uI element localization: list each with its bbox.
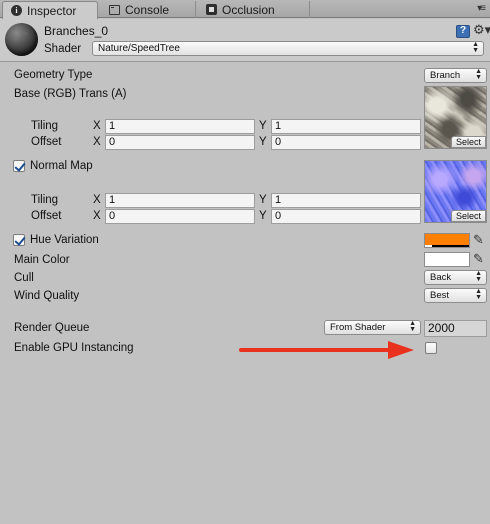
- base-map-label: Base (RGB) Trans (A): [14, 88, 127, 100]
- base-offset-y-label: Y: [259, 136, 267, 148]
- swatch-alpha-black-bar: [432, 245, 469, 247]
- base-tiling-x-label: X: [93, 120, 101, 132]
- annotation-arrow-icon: [239, 341, 414, 359]
- cull-dropdown[interactable]: Back ▲ ▼: [424, 270, 487, 285]
- swatch-alpha-white-bar: [425, 245, 432, 247]
- base-tiling-y-field[interactable]: 1: [271, 119, 421, 134]
- dropdown-arrows-icon: ▲ ▼: [475, 68, 482, 81]
- render-queue-mode-value: From Shader: [330, 322, 386, 333]
- normal-map-texture-slot[interactable]: Select: [424, 160, 487, 223]
- wind-quality-dropdown[interactable]: Best ▲ ▼: [424, 288, 487, 303]
- tab-console-label: Console: [125, 2, 170, 17]
- material-preview-sphere: [5, 23, 38, 56]
- tab-inspector[interactable]: i Inspector: [2, 1, 98, 19]
- dropdown-arrows-icon: ▲ ▼: [475, 288, 482, 301]
- base-tiling-label: Tiling: [31, 120, 59, 132]
- base-tiling-x-field[interactable]: 1: [105, 119, 255, 134]
- normal-map-label: Normal Map: [30, 160, 93, 172]
- main-color-label: Main Color: [14, 254, 70, 266]
- hue-variation-color-swatch[interactable]: [424, 233, 470, 248]
- geometry-type-label: Geometry Type: [14, 69, 93, 81]
- material-name: Branches_0: [44, 24, 109, 38]
- render-queue-value-field[interactable]: 2000: [424, 320, 487, 337]
- shader-dropdown-value: Nature/SpeedTree: [98, 43, 180, 54]
- info-icon: i: [11, 5, 22, 16]
- shader-dropdown[interactable]: Nature/SpeedTree ▲ ▼: [92, 41, 484, 56]
- normal-offset-label: Offset: [31, 210, 62, 222]
- eyedropper-icon[interactable]: ✎: [473, 232, 484, 248]
- geometry-type-value: Branch: [430, 70, 461, 81]
- normal-tiling-y-label: Y: [259, 194, 267, 206]
- wind-quality-label: Wind Quality: [14, 290, 80, 302]
- base-map-select-button[interactable]: Select: [450, 136, 486, 148]
- tab-occlusion[interactable]: Occlusion: [198, 1, 310, 18]
- gpu-instancing-checkbox[interactable]: [425, 342, 437, 354]
- hue-variation-label: Hue Variation: [30, 234, 99, 246]
- tab-occlusion-label: Occlusion: [222, 2, 275, 17]
- base-offset-y-field[interactable]: 0: [271, 135, 421, 150]
- gear-icon[interactable]: ⚙▾: [473, 22, 490, 38]
- base-tiling-y-label: Y: [259, 120, 267, 132]
- normal-offset-x-field[interactable]: 0: [105, 209, 255, 224]
- normal-offset-x-label: X: [93, 210, 101, 222]
- dropdown-arrows-icon: ▲ ▼: [472, 41, 479, 54]
- normal-offset-y-field[interactable]: 0: [271, 209, 421, 224]
- help-book-icon[interactable]: [456, 25, 470, 38]
- hue-variation-checkbox[interactable]: [13, 234, 25, 246]
- tab-strip: i Inspector Console Occlusion ▾≡: [0, 0, 490, 19]
- cull-label: Cull: [14, 272, 34, 284]
- normal-offset-y-label: Y: [259, 210, 267, 222]
- render-queue-label: Render Queue: [14, 322, 90, 334]
- cull-value: Back: [430, 272, 452, 283]
- tab-options-icon[interactable]: ▾≡: [477, 3, 486, 14]
- gpu-instancing-label: Enable GPU Instancing: [14, 342, 134, 354]
- normal-tiling-y-field[interactable]: 1: [271, 193, 421, 208]
- base-map-texture-slot[interactable]: Select: [424, 86, 487, 149]
- dropdown-arrows-icon: ▲ ▼: [409, 320, 416, 333]
- eyedropper-icon[interactable]: ✎: [473, 251, 484, 267]
- normal-tiling-label: Tiling: [31, 194, 59, 206]
- base-offset-x-label: X: [93, 136, 101, 148]
- base-offset-label: Offset: [31, 136, 62, 148]
- wind-quality-value: Best: [430, 290, 450, 301]
- normal-map-checkbox[interactable]: [13, 160, 25, 172]
- console-icon: [109, 4, 120, 15]
- shader-label: Shader: [44, 43, 82, 55]
- normal-tiling-x-label: X: [93, 194, 101, 206]
- normal-tiling-x-field[interactable]: 1: [105, 193, 255, 208]
- normal-map-select-button[interactable]: Select: [450, 210, 486, 222]
- base-offset-x-field[interactable]: 0: [105, 135, 255, 150]
- occlusion-icon: [206, 4, 217, 15]
- tab-inspector-label: Inspector: [27, 3, 77, 18]
- material-header: Branches_0 Shader Nature/SpeedTree ▲▼ ⚙▾: [0, 19, 490, 62]
- render-queue-mode-dropdown[interactable]: From Shader ▲ ▼: [324, 320, 421, 335]
- main-color-swatch[interactable]: [424, 252, 470, 267]
- geometry-type-dropdown[interactable]: Branch ▲ ▼: [424, 68, 487, 83]
- dropdown-arrows-icon: ▲ ▼: [475, 270, 482, 283]
- tab-console[interactable]: Console: [101, 1, 196, 18]
